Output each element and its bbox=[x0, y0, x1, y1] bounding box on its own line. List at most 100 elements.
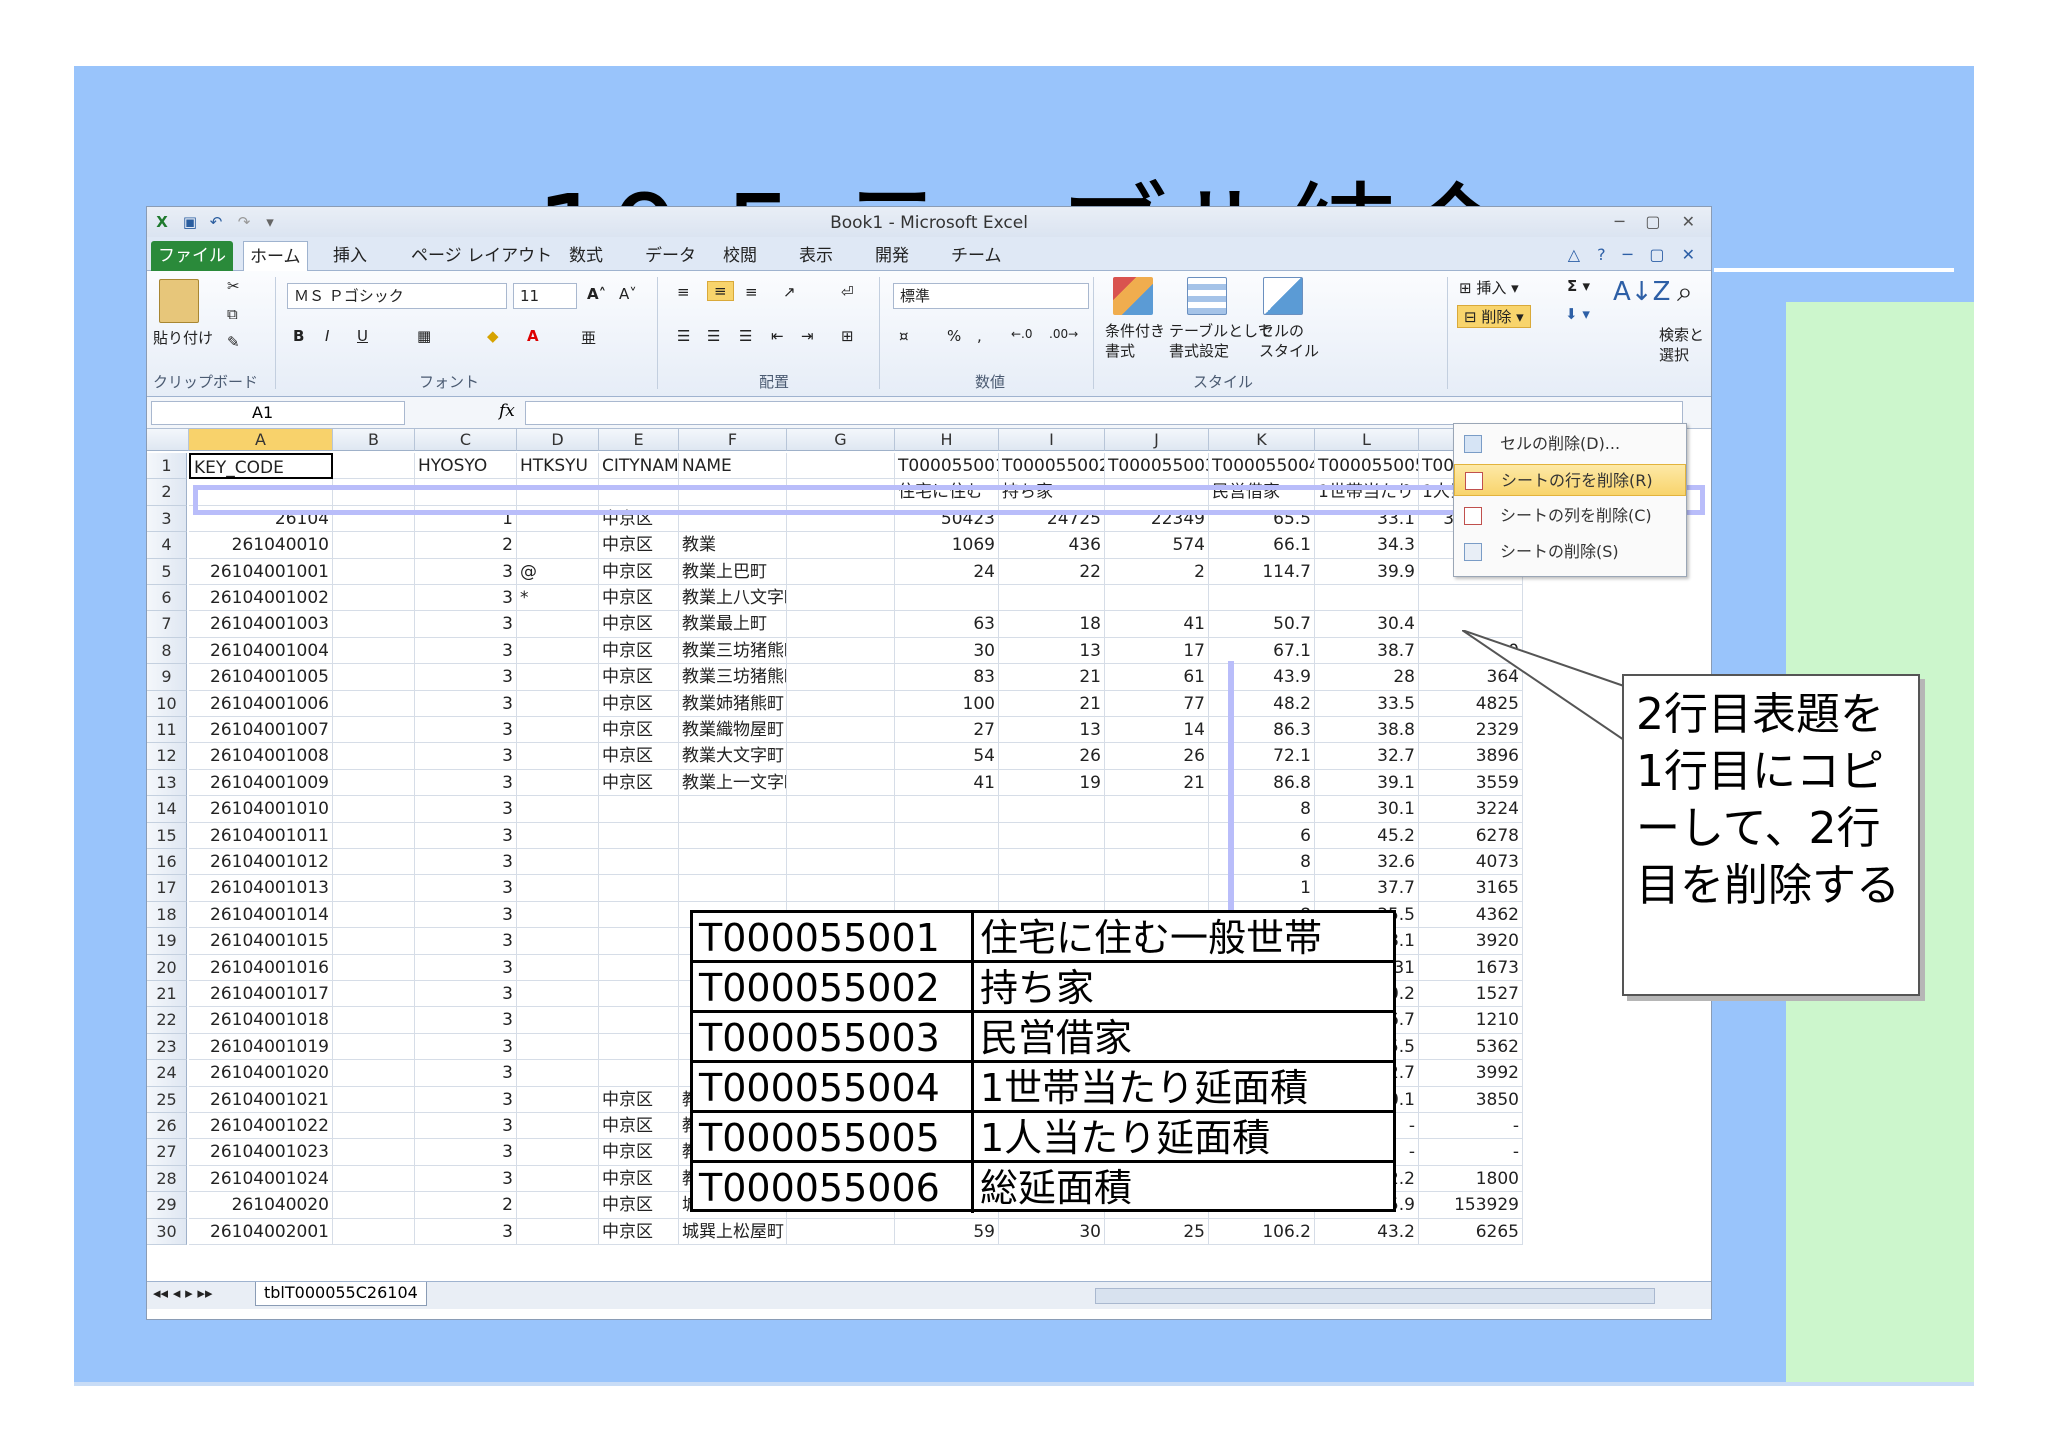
table-cell[interactable]: 中京区 bbox=[599, 1113, 679, 1140]
table-cell[interactable]: 77 bbox=[1105, 690, 1209, 717]
table-cell[interactable]: 3 bbox=[415, 954, 517, 981]
find-icon[interactable]: ⌕ bbox=[1677, 275, 1693, 309]
table-cell[interactable]: 中京区 bbox=[599, 532, 679, 559]
column-header-e[interactable]: E bbox=[599, 429, 679, 451]
table-cell[interactable] bbox=[333, 717, 415, 744]
table-cell[interactable] bbox=[517, 717, 599, 744]
table-cell[interactable] bbox=[517, 690, 599, 717]
table-cell[interactable]: 3 bbox=[415, 981, 517, 1008]
column-header-j[interactable]: J bbox=[1105, 429, 1209, 451]
table-cell[interactable]: 18 bbox=[999, 611, 1105, 638]
table-cell[interactable]: 86.3 bbox=[1209, 717, 1315, 744]
table-cell[interactable] bbox=[517, 1139, 599, 1166]
table-cell[interactable]: 38.7 bbox=[1315, 637, 1419, 665]
table-cell[interactable]: 1069 bbox=[895, 532, 999, 559]
table-cell[interactable]: 3559 bbox=[1419, 769, 1523, 797]
table-cell[interactable]: 67.1 bbox=[1209, 637, 1315, 665]
table-cell[interactable]: 3 bbox=[415, 1007, 517, 1034]
table-cell[interactable] bbox=[787, 1218, 895, 1245]
font-size-combo[interactable]: 11 bbox=[513, 283, 577, 309]
table-cell[interactable]: 261040020 bbox=[189, 1192, 333, 1219]
format-painter-icon[interactable]: ✎ bbox=[227, 333, 240, 351]
table-cell[interactable] bbox=[787, 453, 895, 480]
table-cell[interactable]: 26104001002 bbox=[189, 585, 333, 612]
format-as-table-button[interactable]: テーブルとして 書式設定 bbox=[1169, 321, 1273, 361]
table-cell[interactable]: T000055001 bbox=[895, 453, 999, 480]
table-cell[interactable] bbox=[517, 954, 599, 981]
row-header[interactable]: 15 bbox=[147, 822, 187, 849]
table-cell[interactable]: 6 bbox=[1209, 822, 1315, 849]
align-bottom-icon[interactable]: ≡ bbox=[745, 283, 758, 301]
table-cell[interactable] bbox=[999, 849, 1105, 876]
table-cell[interactable]: 3920 bbox=[1419, 928, 1523, 955]
border-icon[interactable]: ▦ bbox=[417, 327, 431, 345]
table-cell[interactable] bbox=[787, 532, 895, 559]
table-cell[interactable] bbox=[599, 901, 679, 929]
row-header[interactable]: 16 bbox=[147, 849, 187, 876]
row-header[interactable]: 28 bbox=[147, 1165, 187, 1193]
table-cell[interactable] bbox=[679, 796, 787, 823]
table-cell[interactable] bbox=[333, 1007, 415, 1034]
table-cell[interactable] bbox=[517, 981, 599, 1008]
row-header[interactable]: 6 bbox=[147, 585, 187, 612]
table-cell[interactable] bbox=[1315, 585, 1419, 612]
table-cell[interactable]: 2 bbox=[1105, 558, 1209, 585]
table-cell[interactable]: 54 bbox=[895, 743, 999, 770]
table-cell[interactable] bbox=[333, 1033, 415, 1061]
row-header[interactable]: 23 bbox=[147, 1033, 187, 1061]
table-cell[interactable] bbox=[517, 664, 599, 691]
row-header[interactable]: 20 bbox=[147, 954, 187, 981]
table-cell[interactable] bbox=[517, 1218, 599, 1245]
tab-team[interactable]: チーム bbox=[945, 241, 1008, 271]
table-cell[interactable] bbox=[517, 849, 599, 876]
copy-icon[interactable]: ⧉ bbox=[227, 305, 238, 323]
column-header-c[interactable]: C bbox=[415, 429, 517, 451]
table-cell[interactable]: 27 bbox=[895, 717, 999, 744]
table-cell[interactable] bbox=[599, 954, 679, 981]
table-cell[interactable]: 中京区 bbox=[599, 769, 679, 797]
phonetic-icon[interactable]: 亜 bbox=[581, 327, 596, 348]
table-cell[interactable]: CITYNAME bbox=[599, 453, 679, 480]
table-cell[interactable]: 26 bbox=[999, 743, 1105, 770]
tab-insert[interactable]: 挿入 bbox=[327, 241, 373, 271]
table-cell[interactable]: 3 bbox=[415, 611, 517, 638]
table-cell[interactable]: 教業上一文字町 bbox=[679, 769, 787, 797]
table-cell[interactable]: 153929 bbox=[1419, 1192, 1523, 1219]
table-cell[interactable]: 3 bbox=[415, 1060, 517, 1087]
table-cell[interactable] bbox=[895, 796, 999, 823]
table-cell[interactable]: 3 bbox=[415, 1165, 517, 1193]
table-cell[interactable]: - bbox=[1419, 1139, 1523, 1166]
row-header[interactable]: 19 bbox=[147, 928, 187, 955]
table-cell[interactable]: 3 bbox=[415, 796, 517, 823]
table-cell[interactable] bbox=[787, 637, 895, 665]
table-cell[interactable]: 61 bbox=[1105, 664, 1209, 691]
table-cell[interactable]: 中京区 bbox=[599, 1139, 679, 1166]
table-cell[interactable]: 3 bbox=[415, 558, 517, 585]
tab-data[interactable]: データ bbox=[639, 241, 702, 271]
table-cell[interactable] bbox=[999, 822, 1105, 849]
table-cell[interactable]: 3 bbox=[415, 1113, 517, 1140]
table-cell[interactable] bbox=[333, 637, 415, 665]
table-cell[interactable]: 8 bbox=[1209, 849, 1315, 876]
table-cell[interactable] bbox=[787, 558, 895, 585]
table-cell[interactable]: 中京区 bbox=[599, 611, 679, 638]
table-cell[interactable]: 34.3 bbox=[1315, 532, 1419, 559]
row-header[interactable]: 2 bbox=[147, 479, 187, 506]
table-cell[interactable]: 86.8 bbox=[1209, 769, 1315, 797]
row-header[interactable]: 18 bbox=[147, 901, 187, 929]
table-cell[interactable]: 26104001023 bbox=[189, 1139, 333, 1166]
table-cell[interactable] bbox=[787, 769, 895, 797]
table-cell[interactable]: 50.7 bbox=[1209, 611, 1315, 638]
table-cell[interactable]: 中京区 bbox=[599, 585, 679, 612]
table-cell[interactable] bbox=[517, 928, 599, 955]
table-cell[interactable]: 中京区 bbox=[599, 1192, 679, 1219]
table-cell[interactable] bbox=[1105, 849, 1209, 876]
table-cell[interactable]: 中京区 bbox=[599, 637, 679, 665]
column-header-a[interactable]: A bbox=[189, 429, 333, 451]
table-cell[interactable]: 26104001008 bbox=[189, 743, 333, 770]
column-header-d[interactable]: D bbox=[517, 429, 599, 451]
comma-button[interactable]: , bbox=[977, 327, 982, 345]
table-cell[interactable]: 教業 bbox=[679, 532, 787, 559]
decrease-indent-icon[interactable]: ⇤ bbox=[771, 327, 784, 345]
table-cell[interactable] bbox=[517, 1113, 599, 1140]
